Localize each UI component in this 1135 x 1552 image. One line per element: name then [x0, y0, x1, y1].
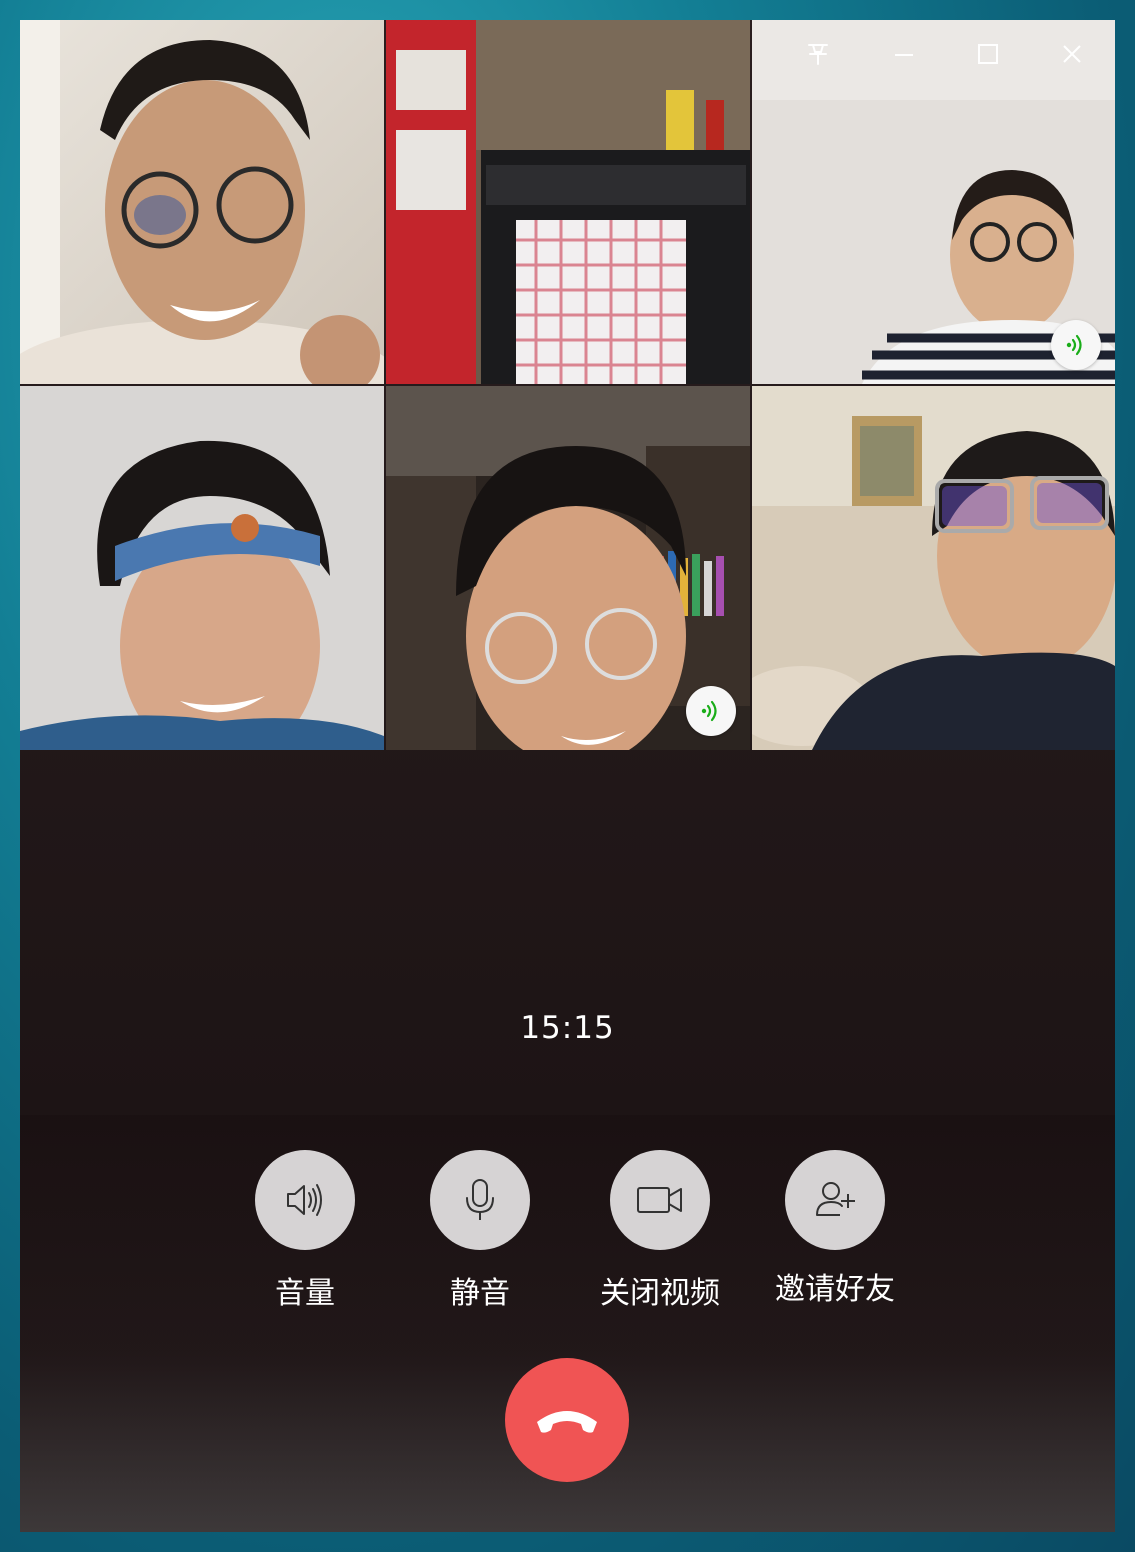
mute-control[interactable]: 静音 — [400, 1150, 560, 1312]
maximize-button[interactable] — [966, 34, 1010, 74]
mute-label: 静音 — [450, 1276, 510, 1311]
participant-video — [386, 20, 750, 384]
invite-friends-button[interactable] — [785, 1150, 885, 1250]
video-call-window: 15:15 音量 静音 关闭视频 邀请好友 — [20, 20, 1115, 1532]
minimize-button[interactable] — [882, 34, 926, 74]
maximize-icon — [978, 44, 998, 64]
microphone-icon — [466, 1179, 494, 1220]
close-video-button[interactable] — [610, 1150, 710, 1250]
participant-video-tile[interactable] — [752, 20, 1115, 384]
participant-video-tile[interactable] — [386, 386, 750, 750]
audio-wave-icon — [701, 700, 717, 722]
minimize-icon — [895, 54, 913, 56]
participant-video-grid — [20, 20, 1115, 750]
pin-button[interactable] — [796, 34, 840, 74]
volume-control[interactable]: 音量 — [225, 1150, 385, 1312]
hang-up-icon — [537, 1411, 597, 1433]
add-user-icon — [816, 1182, 855, 1216]
speaker-icon — [287, 1184, 322, 1216]
hang-up-button[interactable] — [505, 1358, 629, 1482]
call-duration: 15:15 — [520, 1010, 615, 1046]
participant-video-tile[interactable] — [752, 386, 1115, 750]
volume-label: 音量 — [275, 1276, 335, 1311]
participant-video — [20, 386, 384, 750]
participant-video-tile[interactable] — [386, 20, 750, 384]
invite-friends-label: 邀请好友 — [775, 1272, 895, 1307]
video-camera-icon — [637, 1187, 682, 1213]
video-toggle-control[interactable]: 关闭视频 — [580, 1150, 740, 1312]
participant-video-tile[interactable] — [20, 386, 384, 750]
close-video-label: 关闭视频 — [600, 1276, 720, 1311]
speaking-indicator — [686, 686, 736, 736]
pin-icon — [808, 44, 828, 65]
volume-button[interactable] — [255, 1150, 355, 1250]
invite-control[interactable]: 邀请好友 — [755, 1150, 915, 1308]
audio-wave-icon — [1066, 334, 1082, 356]
speaking-indicator — [1051, 320, 1101, 370]
mute-button[interactable] — [430, 1150, 530, 1250]
participant-video — [752, 386, 1115, 750]
close-icon — [1063, 45, 1081, 63]
close-button[interactable] — [1050, 34, 1094, 74]
participant-video — [20, 20, 384, 384]
participant-video-tile[interactable] — [20, 20, 384, 384]
